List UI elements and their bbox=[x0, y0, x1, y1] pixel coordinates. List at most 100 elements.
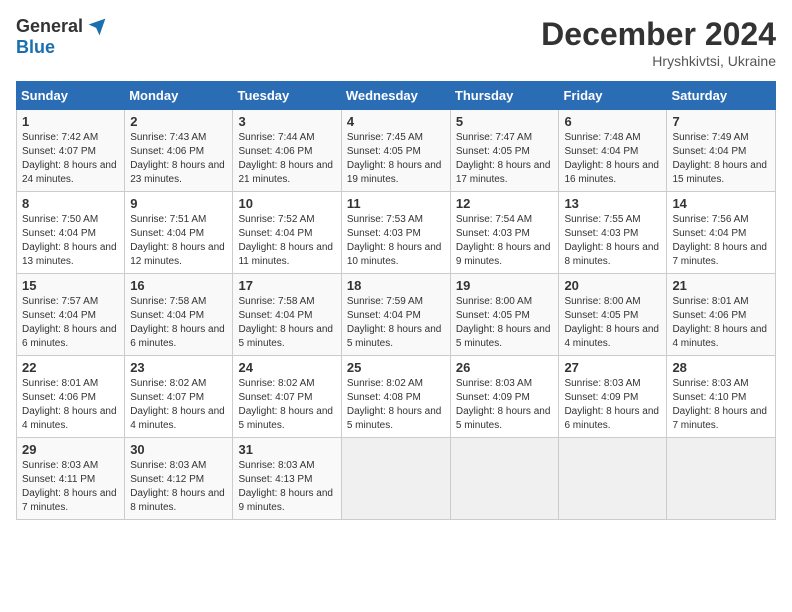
table-row bbox=[667, 438, 776, 520]
day-number: 30 bbox=[130, 442, 227, 457]
day-detail: Sunrise: 7:55 AMSunset: 4:03 PMDaylight:… bbox=[564, 213, 661, 269]
table-row: 25 Sunrise: 8:02 AMSunset: 4:08 PMDayligh… bbox=[341, 356, 450, 438]
col-wednesday: Wednesday bbox=[341, 82, 450, 110]
table-row: 30 Sunrise: 8:03 AMSunset: 4:12 PMDayligh… bbox=[125, 438, 233, 520]
day-number: 20 bbox=[564, 278, 661, 293]
table-row: 6 Sunrise: 7:48 AMSunset: 4:04 PMDaylight… bbox=[559, 110, 667, 192]
day-number: 21 bbox=[672, 278, 770, 293]
calendar-week-row: 15Sunrise: 7:57 AMSunset: 4:04 PMDayligh… bbox=[17, 274, 776, 356]
table-row: 11Sunrise: 7:53 AMSunset: 4:03 PMDayligh… bbox=[341, 192, 450, 274]
col-saturday: Saturday bbox=[667, 82, 776, 110]
table-row: 8 Sunrise: 7:50 AMSunset: 4:04 PMDaylight… bbox=[17, 192, 125, 274]
col-monday: Monday bbox=[125, 82, 233, 110]
table-row bbox=[559, 438, 667, 520]
table-row: 20 Sunrise: 8:00 AMSunset: 4:05 PMDayligh… bbox=[559, 274, 667, 356]
day-number: 19 bbox=[456, 278, 554, 293]
day-number: 10 bbox=[238, 196, 335, 211]
day-detail: Sunrise: 7:50 AMSunset: 4:04 PMDaylight:… bbox=[22, 213, 119, 269]
day-number: 17 bbox=[238, 278, 335, 293]
location-subtitle: Hryshkivtsi, Ukraine bbox=[541, 53, 776, 69]
table-row: 3 Sunrise: 7:44 AMSunset: 4:06 PMDaylight… bbox=[233, 110, 341, 192]
day-detail: Sunrise: 7:58 AMSunset: 4:04 PMDaylight:… bbox=[130, 295, 227, 351]
table-row: 29Sunrise: 8:03 AMSunset: 4:11 PMDayligh… bbox=[17, 438, 125, 520]
table-row: 16 Sunrise: 7:58 AMSunset: 4:04 PMDayligh… bbox=[125, 274, 233, 356]
day-number: 28 bbox=[672, 360, 770, 375]
day-number: 4 bbox=[347, 114, 445, 129]
day-detail: Sunrise: 7:45 AMSunset: 4:05 PMDaylight:… bbox=[347, 131, 445, 187]
title-block: December 2024 Hryshkivtsi, Ukraine bbox=[541, 16, 776, 69]
day-detail: Sunrise: 7:48 AMSunset: 4:04 PMDaylight:… bbox=[564, 131, 661, 187]
day-number: 12 bbox=[456, 196, 554, 211]
day-number: 25 bbox=[347, 360, 445, 375]
day-number: 26 bbox=[456, 360, 554, 375]
col-sunday: Sunday bbox=[17, 82, 125, 110]
day-detail: Sunrise: 8:00 AMSunset: 4:05 PMDaylight:… bbox=[564, 295, 661, 351]
day-detail: Sunrise: 8:01 AMSunset: 4:06 PMDaylight:… bbox=[22, 377, 119, 433]
day-number: 2 bbox=[130, 114, 227, 129]
calendar-table: Sunday Monday Tuesday Wednesday Thursday… bbox=[16, 81, 776, 520]
table-row bbox=[341, 438, 450, 520]
day-number: 9 bbox=[130, 196, 227, 211]
day-detail: Sunrise: 7:44 AMSunset: 4:06 PMDaylight:… bbox=[238, 131, 335, 187]
day-detail: Sunrise: 8:03 AMSunset: 4:11 PMDaylight:… bbox=[22, 459, 119, 515]
table-row: 19Sunrise: 8:00 AMSunset: 4:05 PMDayligh… bbox=[450, 274, 559, 356]
month-title: December 2024 bbox=[541, 16, 776, 53]
day-number: 31 bbox=[238, 442, 335, 457]
col-thursday: Thursday bbox=[450, 82, 559, 110]
table-row: 4 Sunrise: 7:45 AMSunset: 4:05 PMDaylight… bbox=[341, 110, 450, 192]
table-row: 27 Sunrise: 8:03 AMSunset: 4:09 PMDayligh… bbox=[559, 356, 667, 438]
day-detail: Sunrise: 7:47 AMSunset: 4:05 PMDaylight:… bbox=[456, 131, 554, 187]
logo: General Blue bbox=[16, 16, 107, 58]
day-detail: Sunrise: 7:53 AMSunset: 4:03 PMDaylight:… bbox=[347, 213, 445, 269]
day-number: 23 bbox=[130, 360, 227, 375]
day-number: 15 bbox=[22, 278, 119, 293]
day-detail: Sunrise: 8:03 AMSunset: 4:13 PMDaylight:… bbox=[238, 459, 335, 515]
table-row: 21Sunrise: 8:01 AMSunset: 4:06 PMDayligh… bbox=[667, 274, 776, 356]
day-detail: Sunrise: 7:58 AMSunset: 4:04 PMDaylight:… bbox=[238, 295, 335, 351]
table-row: 1 Sunrise: 7:42 AMSunset: 4:07 PMDaylight… bbox=[17, 110, 125, 192]
page-header: General Blue December 2024 Hryshkivtsi, … bbox=[16, 16, 776, 69]
table-row: 17 Sunrise: 7:58 AMSunset: 4:04 PMDayligh… bbox=[233, 274, 341, 356]
calendar-week-row: 8 Sunrise: 7:50 AMSunset: 4:04 PMDaylight… bbox=[17, 192, 776, 274]
day-detail: Sunrise: 7:52 AMSunset: 4:04 PMDaylight:… bbox=[238, 213, 335, 269]
day-number: 18 bbox=[347, 278, 445, 293]
table-row: 12 Sunrise: 7:54 AMSunset: 4:03 PMDayligh… bbox=[450, 192, 559, 274]
table-row: 24 Sunrise: 8:02 AMSunset: 4:07 PMDayligh… bbox=[233, 356, 341, 438]
table-row: 10 Sunrise: 7:52 AMSunset: 4:04 PMDayligh… bbox=[233, 192, 341, 274]
table-row: 18Sunrise: 7:59 AMSunset: 4:04 PMDayligh… bbox=[341, 274, 450, 356]
day-number: 7 bbox=[672, 114, 770, 129]
table-row: 15Sunrise: 7:57 AMSunset: 4:04 PMDayligh… bbox=[17, 274, 125, 356]
table-row: 22Sunrise: 8:01 AMSunset: 4:06 PMDayligh… bbox=[17, 356, 125, 438]
calendar-week-row: 29Sunrise: 8:03 AMSunset: 4:11 PMDayligh… bbox=[17, 438, 776, 520]
table-row: 26 Sunrise: 8:03 AMSunset: 4:09 PMDayligh… bbox=[450, 356, 559, 438]
table-row: 31 Sunrise: 8:03 AMSunset: 4:13 PMDayligh… bbox=[233, 438, 341, 520]
day-number: 24 bbox=[238, 360, 335, 375]
day-number: 8 bbox=[22, 196, 119, 211]
day-number: 6 bbox=[564, 114, 661, 129]
day-detail: Sunrise: 8:03 AMSunset: 4:09 PMDaylight:… bbox=[564, 377, 661, 433]
calendar-header-row: Sunday Monday Tuesday Wednesday Thursday… bbox=[17, 82, 776, 110]
day-number: 3 bbox=[238, 114, 335, 129]
day-number: 27 bbox=[564, 360, 661, 375]
day-detail: Sunrise: 8:03 AMSunset: 4:09 PMDaylight:… bbox=[456, 377, 554, 433]
day-detail: Sunrise: 8:03 AMSunset: 4:12 PMDaylight:… bbox=[130, 459, 227, 515]
logo-bird-icon bbox=[87, 17, 107, 37]
day-number: 13 bbox=[564, 196, 661, 211]
calendar-week-row: 1 Sunrise: 7:42 AMSunset: 4:07 PMDaylight… bbox=[17, 110, 776, 192]
table-row: 13 Sunrise: 7:55 AMSunset: 4:03 PMDayligh… bbox=[559, 192, 667, 274]
table-row: 2 Sunrise: 7:43 AMSunset: 4:06 PMDaylight… bbox=[125, 110, 233, 192]
calendar-week-row: 22Sunrise: 8:01 AMSunset: 4:06 PMDayligh… bbox=[17, 356, 776, 438]
table-row: 28 Sunrise: 8:03 AMSunset: 4:10 PMDayligh… bbox=[667, 356, 776, 438]
day-detail: Sunrise: 8:02 AMSunset: 4:07 PMDaylight:… bbox=[130, 377, 227, 433]
day-number: 5 bbox=[456, 114, 554, 129]
day-detail: Sunrise: 7:54 AMSunset: 4:03 PMDaylight:… bbox=[456, 213, 554, 269]
day-detail: Sunrise: 8:02 AMSunset: 4:08 PMDaylight:… bbox=[347, 377, 445, 433]
table-row: 14Sunrise: 7:56 AMSunset: 4:04 PMDayligh… bbox=[667, 192, 776, 274]
day-detail: Sunrise: 8:03 AMSunset: 4:10 PMDaylight:… bbox=[672, 377, 770, 433]
day-detail: Sunrise: 8:02 AMSunset: 4:07 PMDaylight:… bbox=[238, 377, 335, 433]
day-detail: Sunrise: 7:43 AMSunset: 4:06 PMDaylight:… bbox=[130, 131, 227, 187]
day-detail: Sunrise: 7:42 AMSunset: 4:07 PMDaylight:… bbox=[22, 131, 119, 187]
day-number: 16 bbox=[130, 278, 227, 293]
day-number: 1 bbox=[22, 114, 119, 129]
day-detail: Sunrise: 7:51 AMSunset: 4:04 PMDaylight:… bbox=[130, 213, 227, 269]
